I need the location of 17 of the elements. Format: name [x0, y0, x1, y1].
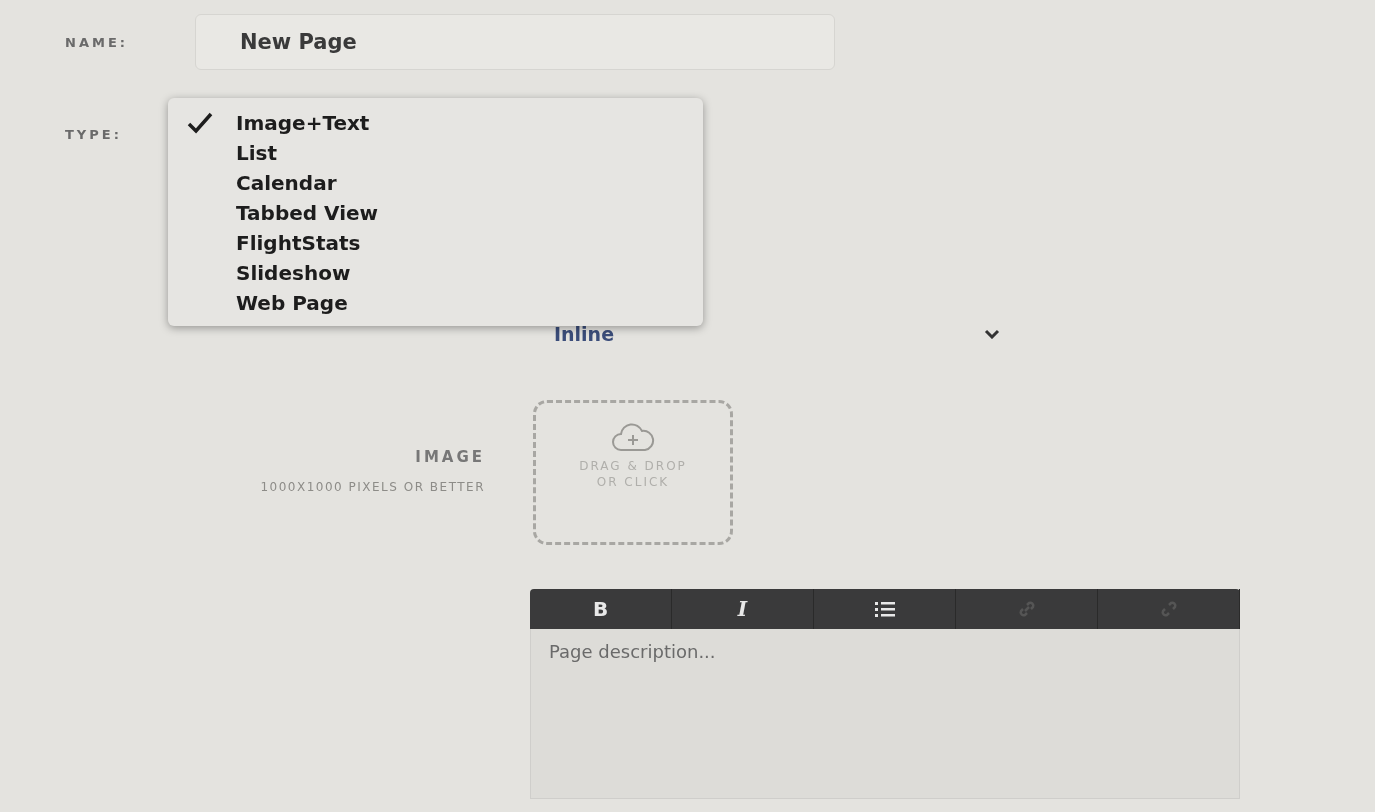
- menu-option[interactable]: FlightStats: [168, 228, 703, 258]
- unlink-icon: [1159, 600, 1178, 618]
- description-field[interactable]: Page description...: [530, 629, 1240, 799]
- field-label: IMAGE: [415, 448, 485, 466]
- menu-option[interactable]: List: [168, 138, 703, 168]
- menu-option[interactable]: Tabbed View: [168, 198, 703, 228]
- menu-option[interactable]: Image+Text: [168, 108, 703, 138]
- name-field[interactable]: New Page: [195, 14, 835, 70]
- list-icon: [874, 601, 895, 617]
- cloud-upload-icon: [611, 423, 655, 453]
- link-icon: [1017, 600, 1036, 618]
- image-size-hint: 1000X1000 PIXELS OR BETTER: [260, 480, 485, 494]
- chevron-down-icon: [984, 329, 1000, 339]
- field-label: TYPE:: [65, 126, 123, 142]
- menu-option[interactable]: Slideshow: [168, 258, 703, 288]
- menu-option[interactable]: Calendar: [168, 168, 703, 198]
- field-label: NAME:: [65, 34, 129, 50]
